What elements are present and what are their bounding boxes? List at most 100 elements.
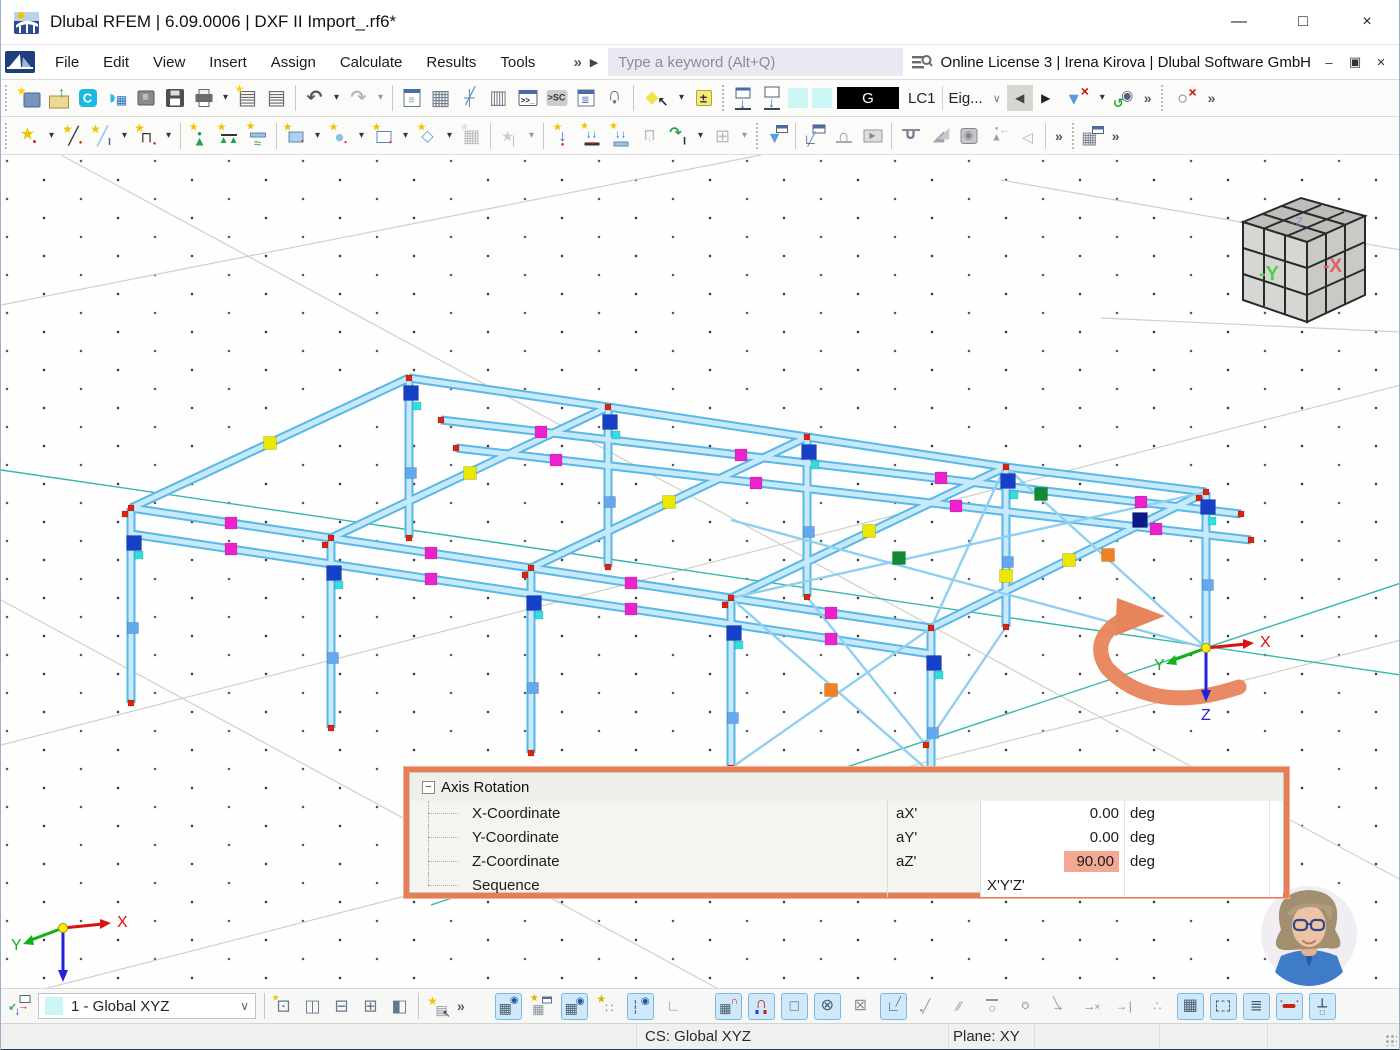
minimize-button[interactable]: —: [1207, 0, 1271, 44]
menu-item-results[interactable]: Results: [414, 44, 488, 80]
new-member-dropdown[interactable]: ▾: [118, 122, 131, 149]
work-plane-icon[interactable]: ⊡ ★: [270, 993, 297, 1020]
red-node-marker[interactable]: [452, 444, 460, 452]
ltblue-node-marker[interactable]: [405, 467, 417, 479]
red-node-marker[interactable]: [803, 433, 811, 441]
new-printout-report-icon[interactable]: ▤ ★: [234, 84, 261, 112]
green-node-marker[interactable]: [892, 551, 906, 565]
blue-node-marker[interactable]: [1000, 473, 1016, 489]
new-node-dropdown[interactable]: ▾: [45, 122, 58, 149]
red-node-marker[interactable]: [437, 416, 445, 424]
property-value-field[interactable]: 0.00: [1090, 829, 1119, 846]
zoom-cancel-icon[interactable]: ○ ×: [1168, 85, 1202, 112]
ltblue-node-marker[interactable]: [727, 712, 739, 724]
yellow-node-marker[interactable]: [862, 524, 876, 538]
red-node-marker[interactable]: [121, 510, 129, 518]
magenta-node-marker[interactable]: [549, 453, 563, 467]
snap-grid-toggle[interactable]: ▦ ◉: [560, 992, 588, 1020]
red-node-marker[interactable]: [405, 534, 413, 542]
bottombar-overflow-chevron[interactable]: »: [452, 998, 470, 1014]
insert-below-icon[interactable]: ↓: [729, 85, 756, 112]
new-rect-surface-dropdown[interactable]: ▾: [311, 122, 324, 149]
red-node-marker[interactable]: [604, 563, 612, 571]
red-node-marker[interactable]: [327, 534, 335, 542]
nav-cube-right-label[interactable]: -X: [1323, 256, 1342, 277]
snap-midpoint-toggle[interactable]: → ×: [1078, 993, 1105, 1020]
menu-item-file[interactable]: File: [43, 44, 91, 80]
magenta-node-marker[interactable]: [824, 606, 838, 620]
new-opening-dropdown[interactable]: ▾: [399, 122, 412, 149]
select-dropdown[interactable]: ▾: [675, 85, 688, 112]
green-node-marker[interactable]: [1034, 487, 1048, 501]
snap-quadrant-toggle[interactable]: ⊠: [847, 993, 874, 1020]
magenta-node-marker[interactable]: [934, 471, 948, 485]
red-node-marker[interactable]: [1002, 623, 1010, 631]
mdi-close-button[interactable]: ×: [1369, 50, 1393, 74]
coordinate-system-icon[interactable]: → ↓ ↙: [6, 993, 33, 1020]
result-surface-icon[interactable]: ◢ ◢: [926, 122, 953, 149]
red-node-marker[interactable]: [803, 593, 811, 601]
red-node-marker[interactable]: [1002, 463, 1010, 471]
snap-reference-toggle[interactable]: → |: [1111, 993, 1138, 1020]
blue-node-marker[interactable]: [326, 565, 342, 581]
new-rect-surface-icon[interactable]: ★ ●: [282, 122, 309, 149]
filter-results-icon[interactable]: ▼: [763, 122, 790, 149]
object-snap-toggle[interactable]: ∩: [747, 992, 775, 1020]
cyan-node-marker[interactable]: [734, 640, 744, 650]
support-chat-icon[interactable]: ∩ ●: [601, 85, 628, 112]
model-import-icon[interactable]: ◗ ▦: [103, 85, 130, 112]
cyan-node-marker[interactable]: [334, 580, 344, 590]
guidelines-visibility-toggle[interactable]: ┆ ◉: [626, 992, 654, 1020]
mdi-restore-button[interactable]: ▣: [1343, 50, 1367, 74]
view-box-icon[interactable]: ◧: [386, 993, 413, 1020]
view-front-icon[interactable]: ◫: [299, 993, 326, 1020]
filter-dropdown[interactable]: ▾: [1096, 85, 1109, 112]
ltblue-node-marker[interactable]: [127, 622, 139, 634]
view-iso-icon[interactable]: ⊞: [357, 993, 384, 1020]
red-node-marker[interactable]: [527, 749, 535, 757]
toolbar-grip[interactable]: [5, 85, 12, 111]
menu-item-view[interactable]: View: [141, 44, 197, 80]
new-line-icon[interactable]: ╱ ★ ●: [60, 122, 87, 149]
resize-grip[interactable]: [1385, 1034, 1397, 1046]
red-node-marker[interactable]: [405, 374, 413, 382]
coordinate-system-combo[interactable]: 1 - Global XYZ ∨: [38, 993, 256, 1019]
snap-intersection-toggle[interactable]: ○ ◇: [1012, 993, 1039, 1020]
prev-loadcase-button[interactable]: ◀: [1006, 85, 1033, 111]
toolbar-overflow-chevron[interactable]: »: [1203, 90, 1221, 106]
select-special-icon[interactable]: ◆ ↖: [639, 85, 673, 112]
magenta-node-marker[interactable]: [749, 476, 763, 490]
magenta-node-marker[interactable]: [824, 632, 838, 646]
yellow-node-marker[interactable]: [662, 495, 676, 509]
new-member-load-icon[interactable]: ★ ↓↓ ●●: [578, 121, 605, 149]
snap-points-toggle[interactable]: ∴: [1144, 993, 1171, 1020]
grid-visibility-toggle[interactable]: ▦ ◉: [494, 992, 522, 1020]
yellow-node-marker[interactable]: [463, 466, 477, 480]
cyan-node-marker[interactable]: [412, 401, 422, 411]
line-grid-toggle[interactable]: ▪ ▪: [1275, 992, 1303, 1020]
snap-tangent-toggle[interactable]: ╱ ●: [913, 993, 940, 1020]
mini-panel-icon[interactable]: ▥: [485, 85, 512, 112]
orange-node-marker[interactable]: [824, 683, 838, 697]
nav-cube-top-label[interactable]: -Z: [1291, 214, 1303, 229]
red-node-marker[interactable]: [127, 699, 135, 707]
menu-item-calculate[interactable]: Calculate: [328, 44, 415, 80]
next-loadcase-button[interactable]: ▶: [1033, 85, 1059, 111]
red-node-marker[interactable]: [1247, 536, 1255, 544]
magenta-node-marker[interactable]: [224, 542, 238, 556]
ltblue-node-marker[interactable]: [803, 526, 815, 538]
property-value-field[interactable]: 90.00: [1064, 850, 1119, 872]
new-folded-surface-icon[interactable]: ◇ ★: [414, 122, 441, 149]
red-node-marker[interactable]: [604, 403, 612, 411]
printout-report-icon[interactable]: ▤: [263, 85, 290, 112]
list-panel-icon[interactable]: ≣: [572, 85, 599, 112]
console-icon[interactable]: >>_: [514, 85, 541, 112]
undo-icon[interactable]: ↶: [301, 85, 328, 112]
property-value-field[interactable]: X'Y'Z': [987, 877, 1025, 894]
plumb-line-toggle[interactable]: ⊥ □: [1308, 992, 1336, 1020]
magenta-node-marker[interactable]: [424, 546, 438, 560]
yellow-node-marker[interactable]: [999, 569, 1013, 583]
cyan-node-marker[interactable]: [934, 670, 944, 680]
solid-results-icon[interactable]: ◉: [955, 122, 982, 149]
observer-icon[interactable]: ● ▲ ←: [984, 122, 1011, 149]
